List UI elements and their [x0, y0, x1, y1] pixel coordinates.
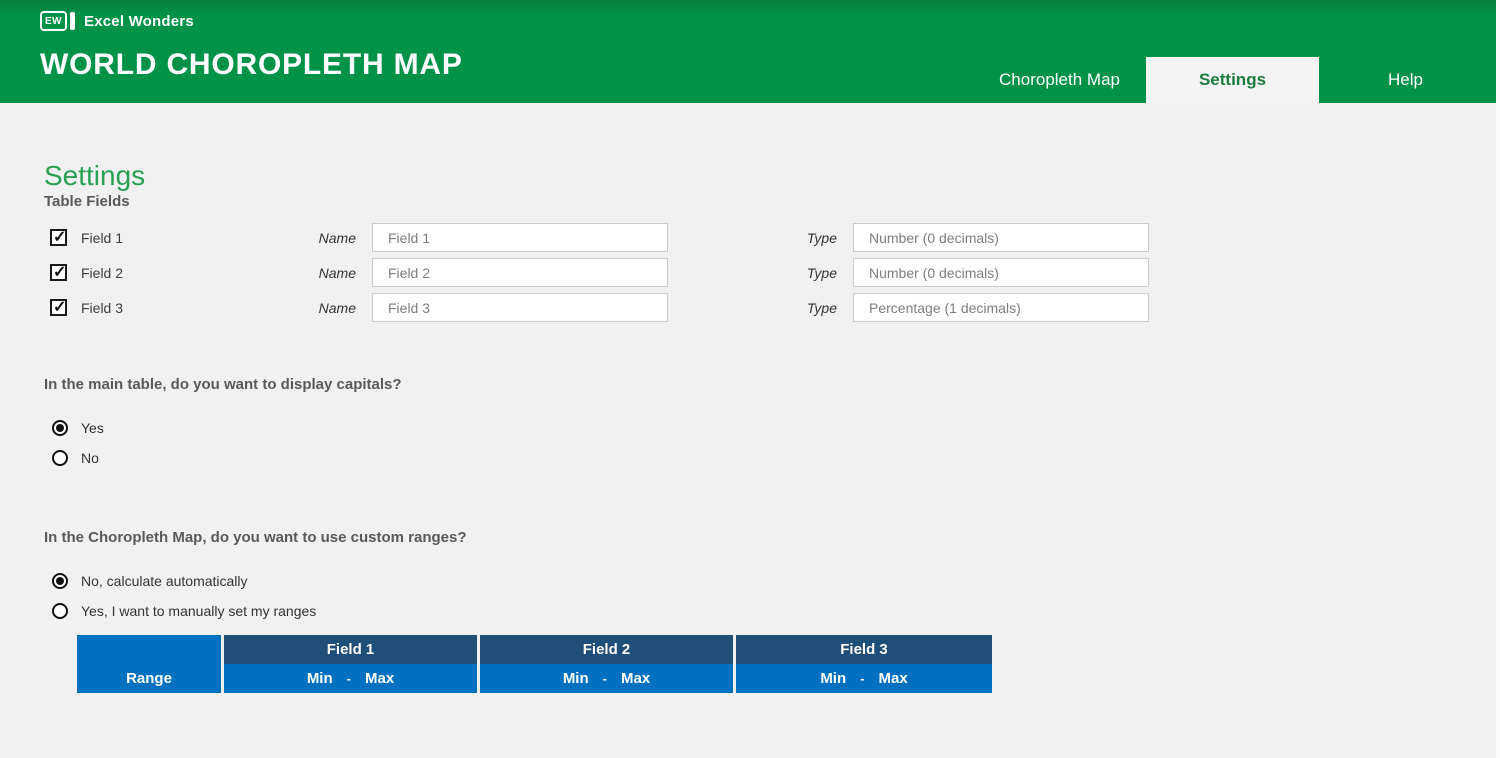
field-3-checkbox[interactable]	[50, 297, 67, 317]
max-label: Max	[364, 670, 395, 687]
logo-page-bar-icon	[70, 12, 75, 30]
capitals-no-label: No	[81, 450, 99, 466]
range-table-field-1-column: Field 1 Min - Max	[224, 635, 480, 693]
min-label: Min	[562, 670, 589, 687]
field-2-checkbox[interactable]	[50, 262, 67, 282]
logo-initials: EW	[44, 15, 63, 27]
scrollbar-track[interactable]	[1496, 0, 1500, 758]
field-3-name-input[interactable]	[372, 293, 668, 322]
field-1-name-input[interactable]	[372, 223, 668, 252]
capitals-option-no[interactable]: No	[52, 450, 1500, 466]
range-table-field-2-column: Field 2 Min - Max	[480, 635, 736, 693]
capitals-yes-radio[interactable]	[52, 420, 68, 436]
dash-separator: -	[602, 671, 607, 686]
brand-name: Excel Wonders	[84, 12, 194, 30]
field-3-type-input[interactable]	[853, 293, 1149, 322]
tab-bar: Choropleth Map Settings Help	[973, 57, 1492, 103]
min-label: Min	[820, 670, 847, 687]
field-2-label: Field 2	[81, 264, 124, 281]
ranges-auto-radio[interactable]	[52, 573, 68, 589]
tab-help[interactable]: Help	[1319, 57, 1492, 103]
range-header-label: Range	[126, 670, 172, 687]
type-label: Type	[806, 299, 837, 316]
field-row-3: Field 3 Name Type	[44, 293, 1500, 322]
capitals-no-radio[interactable]	[52, 450, 68, 466]
table-fields-rows: Field 1 Name Type Field 2 Name Type Fiel…	[44, 223, 1500, 322]
field-2-min-max-header: Min - Max	[480, 664, 733, 693]
table-fields-section-title: Table Fields	[44, 193, 130, 210]
custom-ranges-table: Range Field 1 Min - Max Field 2 Min - Ma…	[77, 635, 1500, 693]
field-3-min-max-header: Min - Max	[736, 664, 992, 693]
ranges-option-manual[interactable]: Yes, I want to manually set my ranges	[52, 603, 1500, 619]
max-label: Max	[620, 670, 651, 687]
ranges-option-auto[interactable]: No, calculate automatically	[52, 573, 1500, 589]
settings-page: Settings Table Fields Field 1 Name Type …	[0, 103, 1500, 693]
custom-ranges-question: In the Choropleth Map, do you want to us…	[44, 529, 467, 546]
excel-wonders-logo-icon: EW	[40, 11, 67, 31]
capitals-yes-label: Yes	[81, 420, 104, 436]
field-1-type-input[interactable]	[853, 223, 1149, 252]
name-label: Name	[318, 299, 356, 316]
name-label: Name	[318, 229, 356, 246]
field-row-1: Field 1 Name Type	[44, 223, 1500, 252]
field-2-header: Field 2	[480, 635, 733, 664]
field-1-label: Field 1	[81, 229, 124, 246]
field-2-name-input[interactable]	[372, 258, 668, 287]
tab-choropleth-map[interactable]: Choropleth Map	[973, 57, 1146, 103]
range-header-cell: Range	[77, 635, 224, 693]
page-title: WORLD CHOROPLETH MAP	[40, 48, 463, 81]
field-1-checkbox[interactable]	[50, 227, 67, 247]
settings-heading: Settings	[44, 160, 146, 191]
name-label: Name	[318, 264, 356, 281]
field-1-min-max-header: Min - Max	[224, 664, 477, 693]
dash-separator: -	[860, 671, 865, 686]
display-capitals-question: In the main table, do you want to displa…	[44, 376, 402, 393]
range-table-field-3-column: Field 3 Min - Max	[736, 635, 992, 693]
ranges-auto-label: No, calculate automatically	[81, 573, 248, 589]
field-row-2: Field 2 Name Type	[44, 258, 1500, 287]
capitals-option-yes[interactable]: Yes	[52, 420, 1500, 436]
dash-separator: -	[346, 671, 351, 686]
min-label: Min	[306, 670, 333, 687]
field-3-header: Field 3	[736, 635, 992, 664]
type-label: Type	[806, 264, 837, 281]
field-2-type-input[interactable]	[853, 258, 1149, 287]
type-label: Type	[806, 229, 837, 246]
field-3-label: Field 3	[81, 299, 124, 316]
field-1-header: Field 1	[224, 635, 477, 664]
ranges-manual-label: Yes, I want to manually set my ranges	[81, 603, 317, 619]
ranges-manual-radio[interactable]	[52, 603, 68, 619]
tab-settings[interactable]: Settings	[1146, 57, 1319, 103]
brand: EW Excel Wonders	[40, 11, 194, 31]
max-label: Max	[878, 670, 908, 687]
app-header: EW Excel Wonders WORLD CHOROPLETH MAP Ch…	[0, 0, 1500, 103]
